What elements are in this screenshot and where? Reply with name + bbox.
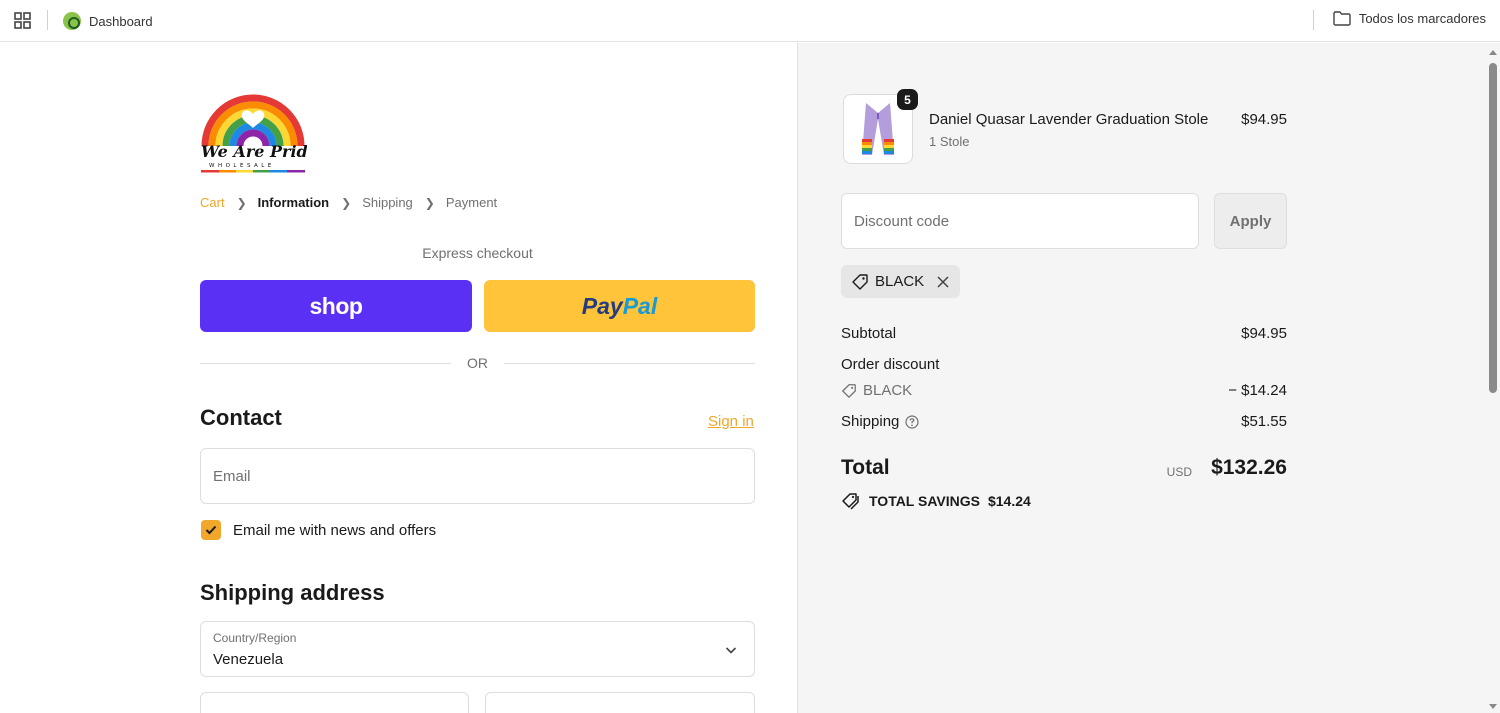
savings-tags-icon [842, 493, 859, 510]
express-checkout-label: Express checkout [422, 245, 533, 261]
contact-heading: Contact [200, 405, 282, 430]
scroll-up-arrow-icon[interactable] [1489, 50, 1497, 55]
order-discount-row: Order discount [841, 356, 1287, 373]
order-discount-label: Order discount [841, 356, 940, 373]
chevron-down-icon [725, 647, 737, 654]
product-thumbnail: 5 [843, 89, 918, 164]
last-name-field[interactable] [485, 692, 755, 713]
breadcrumb-cart[interactable]: Cart [200, 195, 225, 210]
checkmark-icon [205, 525, 217, 535]
apply-discount-button[interactable]: Apply [1214, 193, 1287, 249]
bookmark-separator [47, 10, 48, 30]
applied-discount-tag: BLACK [841, 265, 961, 298]
apps-grid-icon[interactable] [14, 12, 31, 29]
divider-line [200, 362, 451, 364]
total-row: Total USD $132.26 [841, 456, 1287, 486]
shipping-row: Shipping $51.55 [841, 413, 1287, 430]
country-select[interactable]: Country/Region Venezuela [200, 621, 755, 677]
newsletter-checkbox-row[interactable]: Email me with news and offers [201, 520, 436, 540]
total-savings-value: $14.24 [987, 493, 1031, 509]
discount-code-row: BLACK − $14.24 [841, 382, 1287, 399]
discount-code-field[interactable] [841, 193, 1199, 249]
tag-icon [852, 273, 868, 290]
email-field[interactable] [200, 448, 755, 504]
shipping-value: $51.55 [1241, 413, 1287, 430]
subtotal-value: $94.95 [1241, 325, 1287, 342]
shop-pay-button[interactable]: shop [200, 280, 472, 332]
chevron-right-icon: ❯ [341, 195, 352, 210]
product-variant: 1 Stole [929, 134, 970, 149]
subtotal-label: Subtotal [841, 325, 897, 342]
bookmark-dashboard-label: Dashboard [89, 13, 153, 29]
newsletter-label: Email me with news and offers [233, 521, 437, 539]
paypal-label-pal: Pal [622, 292, 658, 319]
applied-discount-code: BLACK [875, 273, 925, 290]
tag-icon [842, 383, 856, 398]
paypal-button[interactable]: Pay Pal [484, 280, 755, 332]
svg-text:We Are Pride: We Are Pride [201, 142, 307, 161]
all-bookmarks-button[interactable]: Todos los marcadores [1333, 11, 1486, 26]
quantity-badge: 5 [897, 89, 918, 110]
product-price: $94.95 [1241, 111, 1287, 128]
divider-line [504, 362, 755, 364]
paypal-label-pay: Pay [581, 292, 623, 319]
bookmark-dashboard[interactable]: Dashboard [63, 11, 153, 31]
country-value: Venezuela [213, 651, 284, 668]
total-savings-row: TOTAL SAVINGS $14.24 [841, 492, 1031, 510]
or-label: OR [467, 355, 488, 371]
discount-value: − $14.24 [1228, 382, 1287, 399]
shipping-label: Shipping [841, 413, 900, 430]
newsletter-checkbox[interactable] [201, 520, 221, 540]
bookmarks-bar: Dashboard Todos los marcadores [0, 0, 1500, 42]
bookmark-separator [1313, 10, 1314, 30]
close-icon[interactable] [936, 275, 950, 289]
we-are-pride-logo[interactable]: We Are Pride WHOLESALE [199, 84, 307, 176]
total-savings-label: TOTAL SAVINGS [869, 493, 980, 509]
breadcrumb-information: Information [257, 195, 330, 210]
all-bookmarks-label: Todos los marcadores [1358, 11, 1486, 26]
shop-pay-label: shop [309, 292, 363, 319]
first-name-field[interactable] [200, 692, 469, 713]
breadcrumb-shipping: Shipping [362, 195, 413, 210]
total-currency: USD [1166, 465, 1192, 479]
total-label: Total [841, 456, 890, 479]
total-amount: $132.26 [1211, 456, 1287, 479]
scrollbar-thumb[interactable] [1489, 63, 1497, 393]
dashboard-favicon-icon [63, 12, 81, 30]
breadcrumb-payment: Payment [445, 195, 498, 210]
discount-code-label: BLACK [863, 382, 913, 399]
chevron-right-icon: ❯ [236, 195, 247, 210]
checkout-main: We Are Pride WHOLESALE Cart ❯ Informatio… [0, 43, 797, 713]
order-summary: 5 Daniel Quasar Lavender Graduation Stol… [797, 43, 1500, 713]
or-divider: OR [200, 353, 755, 373]
help-circle-icon[interactable] [905, 414, 919, 429]
breadcrumb: Cart ❯ Information ❯ Shipping ❯ Payment [200, 195, 497, 210]
country-label: Country/Region [213, 631, 297, 645]
folder-icon [1333, 11, 1351, 26]
scroll-down-arrow-icon[interactable] [1489, 704, 1497, 709]
sign-in-link[interactable]: Sign in [708, 413, 754, 430]
shipping-address-heading: Shipping address [200, 580, 385, 605]
product-name: Daniel Quasar Lavender Graduation Stole [929, 111, 1209, 128]
svg-text:WHOLESALE: WHOLESALE [209, 163, 275, 169]
chevron-right-icon: ❯ [424, 195, 435, 210]
subtotal-row: Subtotal $94.95 [841, 325, 1287, 342]
